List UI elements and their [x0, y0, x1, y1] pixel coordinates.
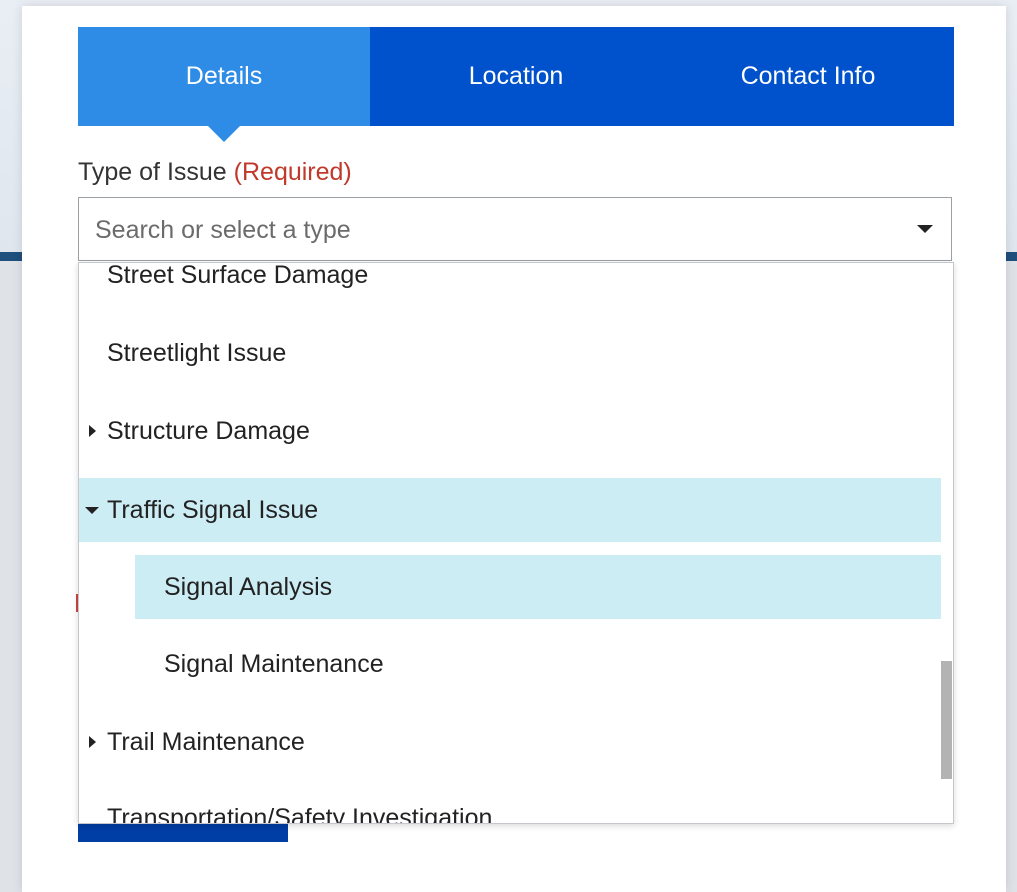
option-label: Streetlight Issue	[107, 338, 287, 367]
option-label: Signal Analysis	[164, 572, 333, 601]
issue-type-label-text: Type of Issue	[78, 158, 227, 186]
dropdown-scrollbar-thumb[interactable]	[941, 661, 952, 779]
collapse-arrow-icon[interactable]	[85, 507, 99, 514]
option-label: Trail Maintenance	[107, 727, 305, 756]
option-traffic-signal-issue[interactable]: Traffic Signal Issue	[79, 478, 941, 542]
option-signal-analysis[interactable]: Signal Analysis	[135, 555, 941, 619]
option-label: Street Surface Damage	[107, 262, 369, 289]
option-label: Signal Maintenance	[164, 649, 384, 678]
option-label: Transportation/Safety Investigation	[107, 803, 493, 824]
option-streetlight-issue[interactable]: Streetlight Issue	[79, 321, 941, 385]
background-submit-button	[78, 824, 288, 842]
tab-location[interactable]: Location	[370, 27, 662, 126]
caret-down-icon[interactable]	[917, 225, 933, 233]
tab-bar: Details Location Contact Info	[78, 27, 954, 142]
required-indicator: (Required)	[233, 158, 352, 186]
option-transportation-safety-investigation[interactable]: Transportation/Safety Investigation	[79, 786, 941, 824]
tab-details-label: Details	[185, 62, 263, 90]
issue-type-select[interactable]	[78, 197, 952, 261]
tab-contact-info-label: Contact Info	[740, 62, 876, 90]
tab-details[interactable]: Details	[78, 27, 370, 142]
option-structure-damage[interactable]: Structure Damage	[79, 399, 941, 463]
option-street-surface-damage[interactable]: Street Surface Damage	[79, 262, 941, 307]
issue-type-label: Type of Issue (Required)	[78, 158, 352, 187]
expand-arrow-icon[interactable]	[89, 736, 96, 748]
option-label: Structure Damage	[107, 416, 310, 445]
expand-arrow-icon[interactable]	[89, 425, 96, 437]
issue-type-search-input[interactable]	[93, 208, 897, 252]
issue-type-dropdown: Street Surface Damage Streetlight Issue …	[78, 262, 954, 824]
option-trail-maintenance[interactable]: Trail Maintenance	[79, 710, 941, 774]
option-label: Traffic Signal Issue	[107, 495, 319, 524]
tab-contact-info[interactable]: Contact Info	[662, 27, 954, 126]
tab-location-label: Location	[468, 62, 564, 90]
option-signal-maintenance[interactable]: Signal Maintenance	[79, 632, 941, 696]
